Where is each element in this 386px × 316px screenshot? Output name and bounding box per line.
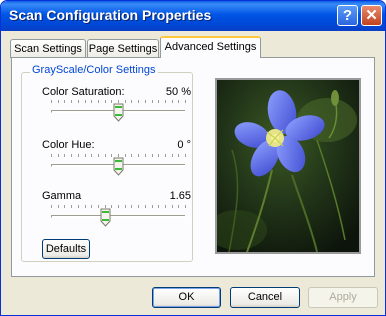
- slider-tick: [98, 154, 99, 157]
- slider-tick: [78, 100, 79, 103]
- slider-tick: [158, 154, 159, 157]
- slider-tick: [152, 205, 153, 208]
- slider-tick: [71, 205, 72, 208]
- slider-tick: [131, 154, 132, 157]
- slider-tick: [185, 100, 186, 103]
- slider-tick: [91, 154, 92, 157]
- slider-tick: [145, 205, 146, 208]
- slider-tick: [165, 100, 166, 103]
- slider-tick: [91, 205, 92, 208]
- saturation-label: Color Saturation:: [42, 86, 125, 98]
- slider-tick: [98, 100, 99, 103]
- slider-tick: [78, 205, 79, 208]
- slider-tick: [185, 205, 186, 208]
- slider-tick: [152, 154, 153, 157]
- cancel-button[interactable]: Cancel: [230, 287, 300, 308]
- slider-tick: [58, 205, 59, 208]
- slider-thumb[interactable]: [113, 103, 124, 122]
- slider-tick: [105, 100, 106, 103]
- slider-tick: [125, 205, 126, 208]
- slider-tick: [138, 100, 139, 103]
- slider-tick: [105, 154, 106, 157]
- slider-tick: [138, 154, 139, 157]
- slider-tick: [58, 100, 59, 103]
- slider-tick: [172, 205, 173, 208]
- slider-tick: [85, 100, 86, 103]
- slider-tick: [131, 205, 132, 208]
- slider-tick: [78, 154, 79, 157]
- slider-tick: [172, 100, 173, 103]
- slider-tick: [178, 205, 179, 208]
- slider-tick: [131, 100, 132, 103]
- slider-track: [51, 215, 185, 218]
- dialog-window: Scan Configuration Properties ? ✕ Scan S…: [0, 0, 386, 316]
- slider-tick: [58, 154, 59, 157]
- slider-tick: [64, 205, 65, 208]
- slider-tick: [158, 205, 159, 208]
- group-title: GrayScale/Color Settings: [30, 64, 158, 76]
- close-button[interactable]: ✕: [361, 5, 382, 26]
- window-title: Scan Configuration Properties: [9, 7, 212, 23]
- slider-tick: [145, 100, 146, 103]
- slider-tick: [71, 100, 72, 103]
- hue-value: 0 °: [177, 139, 191, 151]
- gamma-value: 1.65: [169, 190, 191, 202]
- slider-ticks: [49, 205, 187, 209]
- defaults-button[interactable]: Defaults: [42, 239, 90, 259]
- saturation-value: 50 %: [165, 86, 191, 98]
- slider-tick: [158, 100, 159, 103]
- slider-tick: [111, 205, 112, 208]
- preview-image: [215, 78, 361, 254]
- hue-label: Color Hue:: [42, 139, 95, 151]
- gamma-slider[interactable]: [49, 205, 187, 229]
- slider-tick: [145, 154, 146, 157]
- slider-tick: [118, 205, 119, 208]
- slider-tick: [51, 100, 52, 103]
- title-bar[interactable]: Scan Configuration Properties ? ✕: [1, 1, 385, 31]
- slider-tick: [178, 100, 179, 103]
- slider-tick: [51, 154, 52, 157]
- slider-tick: [64, 154, 65, 157]
- slider-tick: [71, 154, 72, 157]
- slider-tick: [165, 154, 166, 157]
- slider-tick: [125, 154, 126, 157]
- tab-page-settings[interactable]: Page Settings: [87, 39, 159, 58]
- slider-tick: [152, 100, 153, 103]
- hue-slider[interactable]: [49, 154, 187, 178]
- saturation-slider[interactable]: [49, 100, 187, 124]
- slider-tick: [185, 154, 186, 157]
- slider-tick: [138, 205, 139, 208]
- slider-tick: [98, 205, 99, 208]
- ok-button[interactable]: OK: [152, 287, 221, 308]
- slider-thumb[interactable]: [100, 208, 111, 227]
- slider-tick: [85, 154, 86, 157]
- gamma-label: Gamma: [42, 190, 82, 202]
- slider-tick: [111, 100, 112, 103]
- slider-tick: [178, 154, 179, 157]
- slider-tick: [51, 205, 52, 208]
- help-button[interactable]: ?: [337, 5, 358, 26]
- slider-tick: [172, 154, 173, 157]
- slider-tick: [111, 154, 112, 157]
- slider-tick: [125, 100, 126, 103]
- tab-advanced-settings[interactable]: Advanced Settings: [160, 36, 261, 58]
- slider-tick: [165, 205, 166, 208]
- slider-tick: [64, 100, 65, 103]
- apply-button[interactable]: Apply: [308, 287, 378, 308]
- slider-tick: [85, 205, 86, 208]
- slider-thumb[interactable]: [113, 157, 124, 176]
- flower-photo-icon: [217, 80, 359, 252]
- slider-tick: [91, 100, 92, 103]
- tab-scan-settings[interactable]: Scan Settings: [10, 39, 86, 58]
